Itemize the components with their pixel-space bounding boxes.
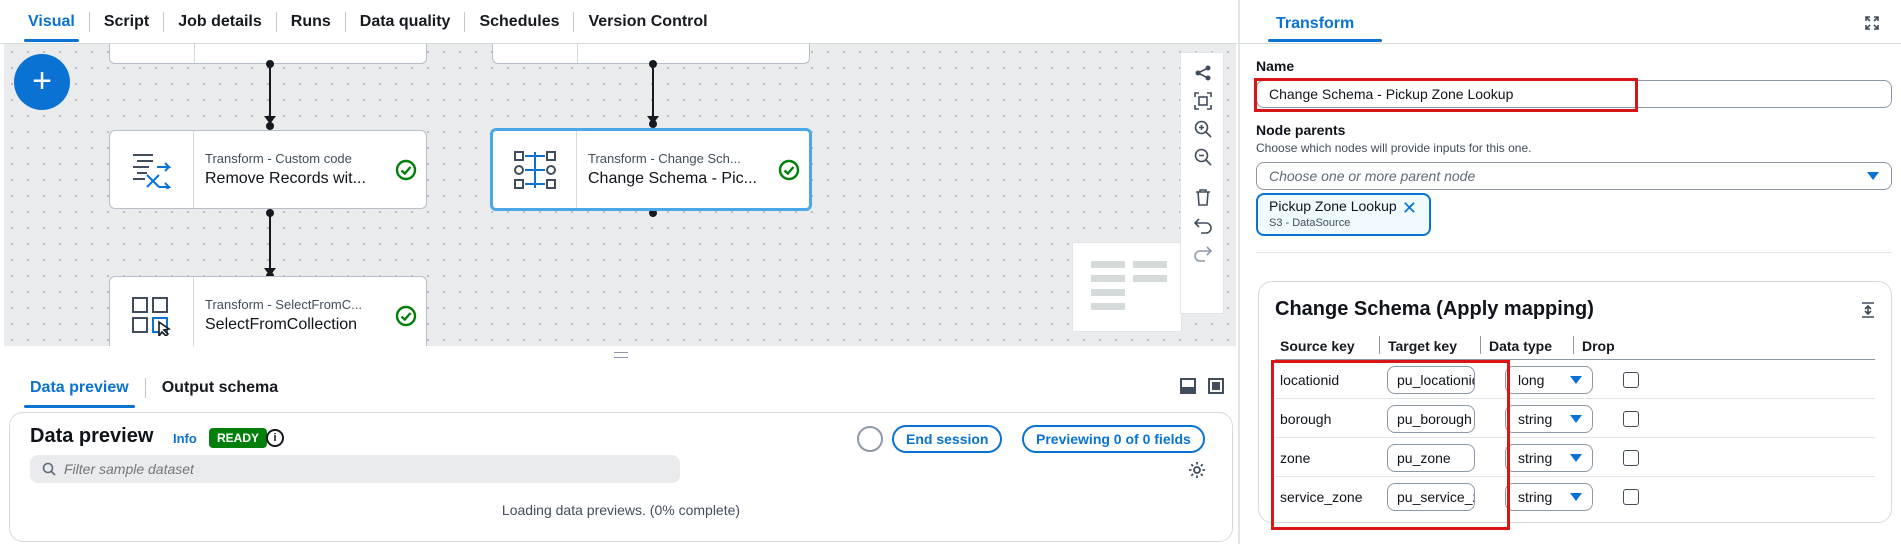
- maximize-panel-icon[interactable]: [1208, 378, 1224, 394]
- name-label: Name: [1256, 58, 1295, 74]
- node-name: SelectFromCollection: [205, 316, 358, 333]
- data-type-value: long: [1518, 372, 1545, 388]
- info-link[interactable]: Info: [173, 431, 197, 446]
- visual-editor-pane: Visual Script Job details Runs Data qual…: [0, 0, 1238, 544]
- previewing-fields-button[interactable]: Previewing 0 of 0 fields: [1022, 425, 1205, 453]
- drop-checkbox[interactable]: [1623, 372, 1639, 388]
- success-check-icon: [386, 159, 426, 181]
- resize-handle[interactable]: [614, 352, 628, 358]
- node-select-from-collection[interactable]: Transform - SelectFromC... SelectFromCol…: [109, 276, 427, 346]
- select-from-collection-icon: [110, 277, 194, 346]
- node-change-schema[interactable]: Transform - Change Sch... Change Schema …: [490, 128, 812, 211]
- edge: [652, 64, 654, 122]
- gear-icon[interactable]: [1188, 461, 1206, 484]
- caret-down-icon: [1570, 415, 1582, 423]
- layout-icon[interactable]: [1191, 61, 1215, 85]
- bottom-tabs: Data preview Output schema: [0, 368, 1238, 408]
- token-subtitle: S3 - DataSource: [1269, 217, 1351, 229]
- column-header-drop: Drop: [1582, 338, 1615, 354]
- node-properties-panel: Transform Name Node parents Choose which…: [1240, 0, 1901, 544]
- node-parents-select[interactable]: Choose one or more parent node: [1256, 162, 1892, 190]
- apply-mapping-card: Change Schema (Apply mapping) Source key…: [1258, 281, 1892, 530]
- custom-code-icon: [110, 131, 194, 208]
- column-header-type: Data type: [1489, 338, 1553, 354]
- add-node-button[interactable]: +: [14, 54, 70, 110]
- data-preview-card: Data preview Info READY i End session Pr…: [9, 412, 1233, 542]
- remove-token-icon[interactable]: ✕: [1402, 199, 1417, 217]
- drop-checkbox[interactable]: [1623, 411, 1639, 427]
- tab-data-quality[interactable]: Data quality: [346, 0, 465, 44]
- expand-icon[interactable]: [1865, 16, 1879, 35]
- tab-job-details[interactable]: Job details: [164, 0, 276, 44]
- node-remove-records[interactable]: Transform - Custom code Remove Records w…: [109, 130, 427, 209]
- filter-input[interactable]: [64, 461, 654, 477]
- tab-output-schema[interactable]: Output schema: [146, 368, 294, 408]
- data-type-select[interactable]: long: [1505, 366, 1593, 394]
- collapse-icon[interactable]: [1861, 302, 1875, 323]
- node-type: Transform - Change Sch...: [588, 151, 741, 166]
- minimap[interactable]: [1072, 242, 1182, 332]
- mapping-title: Change Schema (Apply mapping): [1275, 298, 1594, 320]
- node-parents-label: Node parents: [1256, 122, 1346, 138]
- node-type: Transform - SelectFromC...: [205, 297, 362, 312]
- canvas-controls: [1180, 52, 1224, 314]
- column-header-source: Source key: [1280, 338, 1355, 354]
- data-type-select[interactable]: string: [1505, 405, 1593, 433]
- filter-box: [30, 455, 680, 483]
- input-port[interactable]: [266, 122, 274, 130]
- annotation-highlight: [1254, 78, 1638, 112]
- tab-visual[interactable]: Visual: [14, 0, 89, 44]
- success-check-icon: [769, 159, 809, 181]
- info-circle-icon[interactable]: i: [266, 429, 284, 447]
- success-check-icon: [386, 305, 426, 327]
- column-header-target: Target key: [1388, 338, 1457, 354]
- drop-checkbox[interactable]: [1623, 489, 1639, 505]
- zoom-in-icon[interactable]: [1191, 117, 1215, 141]
- select-placeholder: Choose one or more parent node: [1269, 168, 1476, 184]
- tab-runs[interactable]: Runs: [277, 0, 345, 44]
- split-view-icon[interactable]: [1180, 378, 1196, 394]
- data-type-value: string: [1518, 489, 1553, 505]
- data-type-value: string: [1518, 411, 1553, 427]
- tab-schedules[interactable]: Schedules: [465, 0, 573, 44]
- data-type-select[interactable]: string: [1505, 483, 1593, 511]
- data-type-value: string: [1518, 450, 1553, 466]
- end-session-button[interactable]: End session: [892, 425, 1003, 453]
- data-type-select[interactable]: string: [1505, 444, 1593, 472]
- caret-down-icon: [1570, 376, 1582, 384]
- edge: [269, 64, 271, 122]
- zoom-out-icon[interactable]: [1191, 145, 1215, 169]
- status-badge: READY: [209, 428, 268, 448]
- node-parents-description: Choose which nodes will provide inputs f…: [1256, 141, 1532, 155]
- caret-down-icon: [1570, 493, 1582, 501]
- fit-view-icon[interactable]: [1191, 89, 1215, 113]
- data-preview-title: Data preview: [30, 425, 154, 447]
- parent-token: Pickup Zone Lookup S3 - DataSource ✕: [1256, 193, 1431, 236]
- edge: [269, 212, 271, 274]
- caret-down-icon: [1570, 454, 1582, 462]
- panel-tabs: Transform: [1240, 0, 1901, 44]
- search-icon: [42, 462, 56, 476]
- tab-transform[interactable]: Transform: [1262, 0, 1383, 44]
- input-port[interactable]: [649, 120, 657, 128]
- divider-line: [1256, 252, 1892, 253]
- tab-version-control[interactable]: Version Control: [574, 0, 721, 44]
- caret-down-icon: [1867, 172, 1879, 180]
- delete-icon[interactable]: [1191, 185, 1215, 209]
- loading-text: Loading data previews. (0% complete): [501, 502, 741, 518]
- node-name: Remove Records wit...: [205, 170, 366, 187]
- tab-data-preview[interactable]: Data preview: [14, 368, 145, 408]
- drop-checkbox[interactable]: [1623, 450, 1639, 466]
- workflow-canvas[interactable]: + Transform - Custom code Remove Records…: [4, 44, 1236, 346]
- node-type: Transform - Custom code: [205, 151, 352, 166]
- redo-icon[interactable]: [1191, 241, 1215, 265]
- undo-icon[interactable]: [1191, 213, 1215, 237]
- change-schema-icon: [493, 131, 577, 208]
- spinner-icon: [857, 426, 883, 452]
- tab-script[interactable]: Script: [90, 0, 163, 44]
- job-tabs: Visual Script Job details Runs Data qual…: [0, 0, 1238, 44]
- annotation-highlight: [1271, 360, 1510, 530]
- node-name: Change Schema - Pic...: [588, 170, 757, 187]
